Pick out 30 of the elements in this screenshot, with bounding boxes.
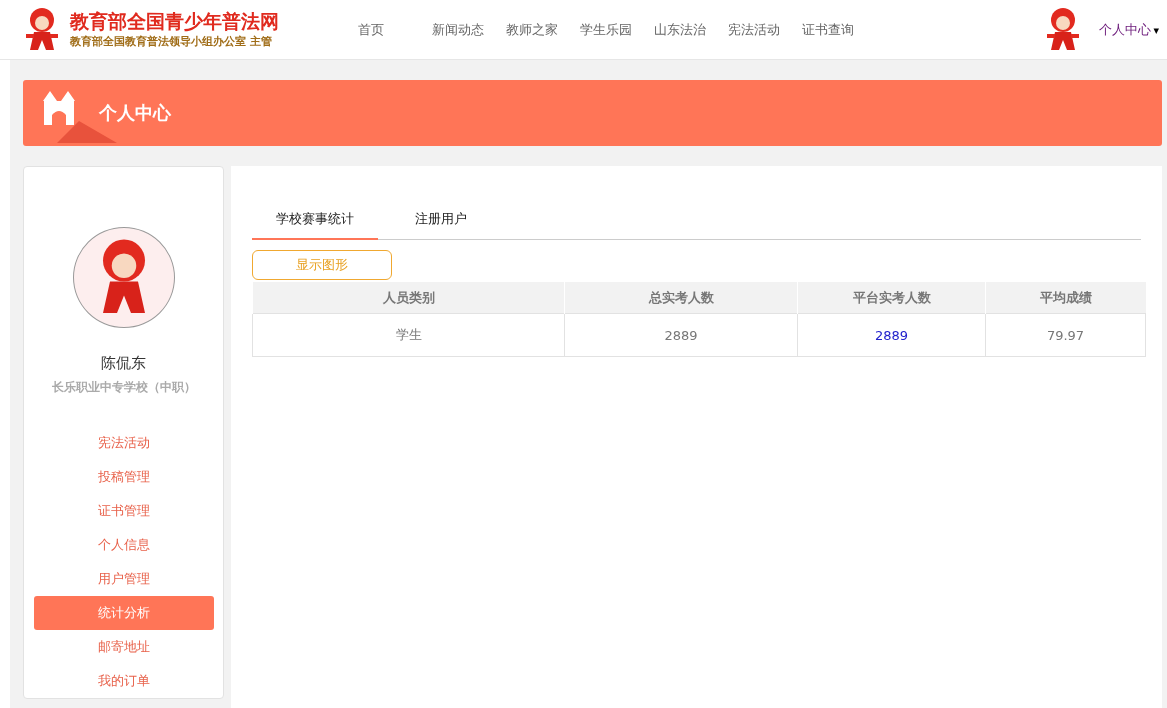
nav-link[interactable]: 宪法活动	[726, 20, 782, 39]
sidebar-item[interactable]: 投稿管理	[33, 460, 214, 494]
nav-link[interactable]: 新闻动态	[430, 20, 486, 39]
user-menu[interactable]: 个人中心▾	[1099, 20, 1159, 39]
column-header: 平台实考人数	[797, 282, 986, 314]
sidebar-item[interactable]: 我的订单	[33, 664, 214, 698]
nav-link[interactable]: 教师之家	[504, 20, 560, 39]
column-header: 人员类别	[252, 282, 565, 314]
table-cell: 学生	[252, 313, 565, 357]
column-header: 总实考人数	[564, 282, 798, 314]
table-cell: 2889	[564, 313, 798, 357]
tab[interactable]: 学校赛事统计	[252, 206, 378, 240]
user-name: 陈侃东	[101, 354, 146, 373]
table-link[interactable]: 2889	[797, 313, 986, 357]
sidebar-item[interactable]: 证书管理	[33, 494, 214, 528]
sidebar-item[interactable]: 用户管理	[33, 562, 214, 596]
banner-title: 个人中心	[99, 101, 171, 125]
sidebar-item[interactable]: 邮寄地址	[33, 630, 214, 664]
nav-link[interactable]: 山东法治	[652, 20, 708, 39]
school-name: 长乐职业中专学校（中职）	[51, 379, 196, 396]
nav-link[interactable]: 学生乐园	[578, 20, 634, 39]
nav-link[interactable]: 证书查询	[800, 20, 856, 39]
table-cell: 79.97	[985, 313, 1146, 357]
site-title[interactable]: 教育部全国青少年普法网	[70, 10, 279, 32]
column-header: 平均成绩	[985, 282, 1146, 314]
sidebar-item[interactable]: 宪法活动	[33, 426, 214, 460]
nav-link[interactable]: 首页	[356, 20, 386, 39]
sidebar-item[interactable]: 个人信息	[33, 528, 214, 562]
tab[interactable]: 注册用户	[391, 206, 491, 239]
site-subtitle: 教育部全国教育普法领导小组办公室 主管	[70, 34, 273, 49]
